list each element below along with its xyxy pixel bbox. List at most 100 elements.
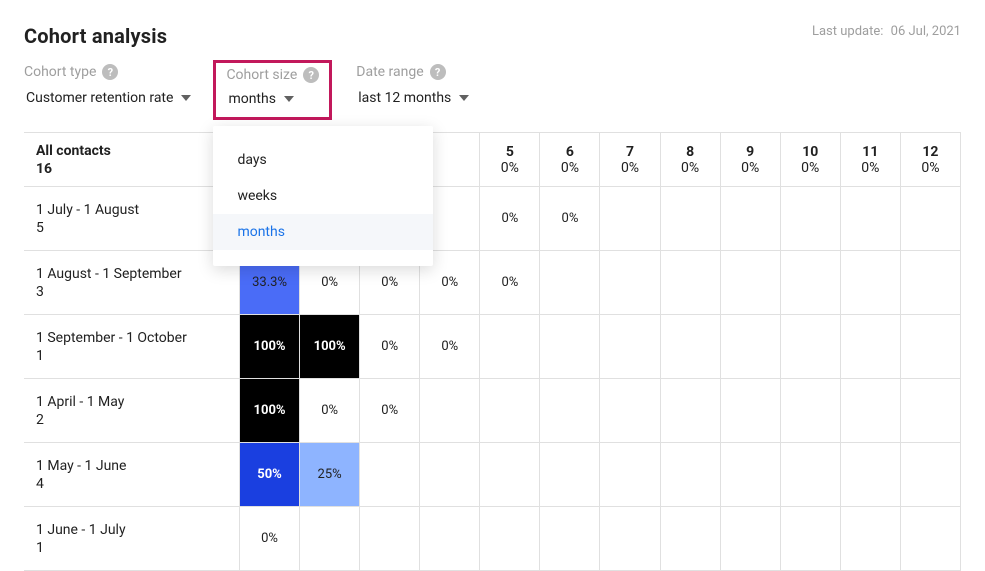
page-title: Cohort analysis: [24, 24, 167, 48]
cohort-range: 1 June - 1 July: [36, 522, 227, 538]
date-range-control: Date range ? last 12 months: [356, 64, 471, 110]
cohort-cell: [781, 315, 841, 379]
cohort-cell: [781, 187, 841, 251]
cohort-size-option[interactable]: days: [213, 142, 433, 178]
cohort-cell: [540, 251, 600, 315]
cohort-size-option[interactable]: weeks: [213, 178, 433, 214]
all-contacts-label: All contacts: [36, 143, 227, 159]
cohort-cell: [540, 507, 600, 571]
cohort-cell: [901, 251, 961, 315]
cohort-cell: [540, 379, 600, 443]
cohort-cell: [360, 443, 420, 507]
cohort-size-highlight: Cohort size ? months: [213, 60, 332, 120]
cohort-size-selector[interactable]: months: [226, 87, 319, 111]
cohort-cell: [540, 315, 600, 379]
cohort-cell: [420, 379, 480, 443]
cohort-type-value: Customer retention rate: [26, 90, 173, 106]
last-update-label: Last update:: [812, 24, 883, 39]
cohort-cell: [721, 187, 781, 251]
column-summary: 0%: [621, 160, 639, 176]
cohort-row-header: 1 August - 1 September3: [24, 251, 240, 315]
cohort-cell: [781, 251, 841, 315]
cohort-cell: 100%: [240, 315, 300, 379]
cohort-count: 3: [36, 284, 227, 300]
cohort-cell: [841, 251, 901, 315]
cohort-range: 1 May - 1 June: [36, 458, 227, 474]
date-range-selector[interactable]: last 12 months: [356, 86, 471, 110]
cohort-range: 1 April - 1 May: [36, 394, 227, 410]
column-index: 9: [746, 144, 754, 160]
cohort-cell: [420, 507, 480, 571]
cohort-cell: [841, 187, 901, 251]
cohort-cell: 0%: [300, 379, 360, 443]
cohort-cell: 0%: [420, 315, 480, 379]
column-index: 12: [922, 144, 938, 160]
cohort-cell: [600, 507, 660, 571]
cohort-cell: [721, 507, 781, 571]
column-index: 8: [686, 144, 694, 160]
help-icon[interactable]: ?: [303, 67, 319, 83]
cohort-cell: [600, 443, 660, 507]
cohort-cell: [480, 379, 540, 443]
cohort-count: 2: [36, 412, 227, 428]
column-header: 50%: [480, 133, 540, 187]
column-header: 100%: [781, 133, 841, 187]
cohort-cell: [360, 507, 420, 571]
column-header: 70%: [600, 133, 660, 187]
cohort-size-control: Cohort size ? months daysweeksmonths: [217, 64, 332, 120]
column-index: 5: [506, 144, 514, 160]
chevron-down-icon: [284, 96, 294, 102]
column-index: 6: [566, 144, 574, 160]
cohort-cell: [841, 443, 901, 507]
cohort-cell: [721, 251, 781, 315]
cohort-cell: [661, 443, 721, 507]
cohort-cell: [901, 315, 961, 379]
cohort-size-option[interactable]: months: [213, 214, 433, 250]
column-header: 120%: [901, 133, 961, 187]
cohort-table: All contacts16123450%60%70%80%90%100%110…: [24, 132, 961, 571]
help-icon[interactable]: ?: [430, 64, 446, 80]
column-summary: 0%: [801, 160, 819, 176]
cohort-range: 1 September - 1 October: [36, 330, 227, 346]
cohort-cell: [420, 443, 480, 507]
cohort-cell: [480, 507, 540, 571]
chevron-down-icon: [459, 95, 469, 101]
cohort-cell: [721, 379, 781, 443]
cohort-cell: [841, 379, 901, 443]
column-header: 110%: [841, 133, 901, 187]
column-index: 7: [626, 144, 634, 160]
cohort-type-selector[interactable]: Customer retention rate: [24, 86, 193, 110]
cohort-row-header: 1 April - 1 May 2: [24, 379, 240, 443]
column-summary: 0%: [681, 160, 699, 176]
cohort-count: 4: [36, 476, 227, 492]
cohort-cell: [721, 315, 781, 379]
cohort-cell: [661, 251, 721, 315]
cohort-cell: 25%: [300, 443, 360, 507]
cohort-cell: 0%: [480, 187, 540, 251]
cohort-cell: 50%: [240, 443, 300, 507]
cohort-cell: 0%: [240, 507, 300, 571]
cohort-cell: [661, 315, 721, 379]
help-icon[interactable]: ?: [102, 64, 118, 80]
column-summary: 0%: [861, 160, 879, 176]
last-update-date: 06 Jul, 2021: [891, 24, 961, 39]
cohort-cell: [781, 507, 841, 571]
cohort-row-header: 1 July - 1 August5: [24, 187, 240, 251]
cohort-size-dropdown[interactable]: daysweeksmonths: [213, 126, 433, 266]
cohort-cell: [600, 379, 660, 443]
cohort-cell: [661, 507, 721, 571]
cohort-size-value: months: [228, 91, 276, 107]
date-range-label: Date range: [356, 64, 423, 80]
column-header: 80%: [661, 133, 721, 187]
all-contacts-header: All contacts16: [24, 133, 240, 187]
cohort-cell: 100%: [240, 379, 300, 443]
date-range-value: last 12 months: [358, 90, 451, 106]
cohort-cell: [540, 443, 600, 507]
cohort-cell: [841, 507, 901, 571]
cohort-cell: 0%: [360, 379, 420, 443]
column-summary: 0%: [501, 160, 519, 176]
cohort-range: 1 July - 1 August: [36, 202, 227, 218]
cohort-cell: [901, 187, 961, 251]
cohort-cell: 100%: [300, 315, 360, 379]
cohort-count: 1: [36, 540, 227, 556]
